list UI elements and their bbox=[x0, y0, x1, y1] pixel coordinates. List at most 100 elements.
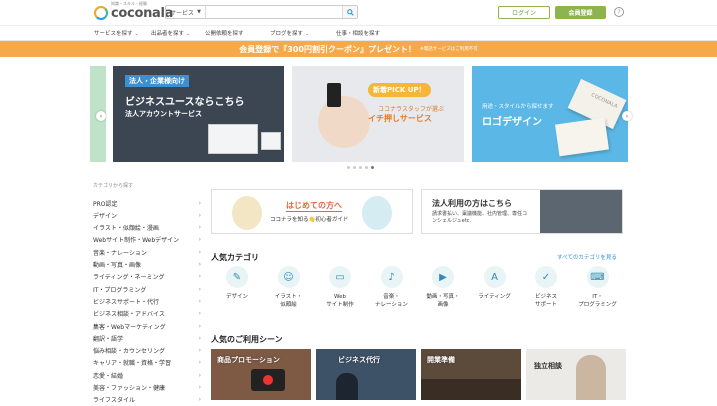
corporate-banner[interactable]: 法人利用の方はこちら 請求書払い、稟議機能、社内管理、専任コンシェルジュetc. bbox=[421, 189, 623, 234]
category-item[interactable]: ✎ デザイン bbox=[213, 266, 261, 301]
nav-label: 公開依頼を探す bbox=[205, 31, 244, 37]
scene-card[interactable]: 開業準備 bbox=[421, 349, 521, 400]
logo-subtitle: 知識・スキル・経験 bbox=[111, 1, 147, 6]
nav-label: 仕事・相談を探す bbox=[336, 31, 381, 37]
sidebar-category-item[interactable]: 悩み相談・カウンセリング › bbox=[93, 345, 201, 357]
nav-item-jobs[interactable]: 仕事・相談を探す bbox=[336, 29, 380, 37]
nav-item-sellers[interactable]: 出品者を探す ⌄ bbox=[151, 29, 190, 37]
shop-photo bbox=[421, 379, 521, 400]
sidebar-category-item[interactable]: Webサイト制作・Webデザイン › bbox=[93, 234, 201, 246]
scene-label: ビジネス代行 bbox=[338, 356, 380, 364]
sidebar-category-label: ライティング・ネーミング bbox=[93, 274, 165, 282]
popular-categories-title: 人気カテゴリ bbox=[211, 253, 259, 262]
chevron-right-icon: › bbox=[198, 310, 201, 318]
search-input[interactable] bbox=[206, 6, 342, 18]
carousel-slide-corporate[interactable]: 法人・企業様向け ビジネスユースならこちら 法人アカウントサービス bbox=[113, 66, 284, 162]
sidebar-category-label: ビジネスサポート・代行 bbox=[93, 298, 160, 306]
category-label: デザイン bbox=[225, 294, 248, 300]
chevron-right-icon: › bbox=[198, 236, 201, 244]
sidebar-category-item[interactable]: デザイン › bbox=[93, 209, 201, 221]
see-all-categories-link[interactable]: すべてのカテゴリを見る bbox=[557, 253, 617, 261]
sidebar-category-item[interactable]: キャリア・就職・資格・学習 › bbox=[93, 357, 201, 369]
carousel-dot[interactable] bbox=[359, 166, 362, 169]
slide-title: ビジネスユースならこちら bbox=[125, 97, 245, 108]
nav-item-requests[interactable]: 公開依頼を探す bbox=[205, 29, 244, 37]
sidebar-category-item[interactable]: 恋愛・結婚 › bbox=[93, 369, 201, 381]
category-label: イラスト・ 似顔絵 bbox=[274, 294, 303, 308]
carousel-dot[interactable] bbox=[371, 166, 374, 169]
carousel-slide-partial-right[interactable] bbox=[636, 66, 717, 162]
carousel-prev-button[interactable]: ‹ bbox=[96, 111, 106, 121]
video-icon: ▶ bbox=[432, 266, 454, 288]
category-item[interactable]: A ライティング bbox=[471, 266, 519, 301]
search-icon bbox=[346, 8, 354, 16]
sidebar-category-item[interactable]: イラスト・似顔絵・漫画 › bbox=[93, 222, 201, 234]
sidebar-category-item[interactable]: 動画・写真・画像 › bbox=[93, 259, 201, 271]
signup-button[interactable]: 会員登録 bbox=[555, 6, 606, 19]
corporate-sub: 請求書払い、稟議機能、社内管理、専任コンシェルジュetc. bbox=[432, 211, 528, 224]
sidebar-category-label: 美容・ファッション・健康 bbox=[93, 385, 166, 392]
sidebar-category-item[interactable]: ビジネス相談・アドバイス › bbox=[93, 308, 201, 320]
illustration-icon: ☺ bbox=[277, 266, 300, 288]
writing-icon: A bbox=[483, 266, 506, 288]
popular-scenes-title: 人気のご利用シーン bbox=[211, 335, 283, 344]
music-icon: ♪ bbox=[380, 266, 403, 288]
category-item[interactable]: ♪ 音楽・ ナレーション bbox=[368, 266, 416, 309]
business-people-photo bbox=[540, 190, 622, 233]
scene-card[interactable]: 独立相談 bbox=[526, 349, 626, 400]
carousel-slide-logo-design[interactable]: 用途・スタイルから探せます ロゴデザイン COCONALA bbox=[472, 66, 628, 162]
sidebar-category-label: Webサイト制作・Webデザイン bbox=[93, 237, 180, 245]
slide-badge: 新着PICK UP！ bbox=[368, 83, 431, 97]
chevron-right-icon: › bbox=[198, 347, 201, 355]
first-time-banner[interactable]: はじめての方へ ココナラを知る👋初心者ガイド bbox=[211, 189, 413, 234]
category-label: IT・ プログラミング bbox=[578, 294, 617, 308]
category-item[interactable]: ▶ 動画・写真・ 画像 bbox=[419, 266, 467, 309]
sidebar-category-item[interactable]: IT・プログラミング › bbox=[93, 283, 201, 295]
login-button[interactable]: ログイン bbox=[498, 6, 550, 19]
carousel-next-button[interactable]: › bbox=[622, 111, 632, 121]
category-item[interactable]: ✓ ビジネス サポート bbox=[522, 266, 570, 309]
carousel-dot[interactable] bbox=[353, 166, 356, 169]
category-item[interactable]: ⌨ IT・ プログラミング bbox=[574, 266, 622, 309]
category-item[interactable]: ▭ Web サイト制作 bbox=[316, 266, 364, 309]
search-category-select[interactable]: サービス ▼ bbox=[166, 6, 206, 18]
businessman-photo bbox=[336, 373, 358, 400]
scene-card[interactable]: ビジネス代行 bbox=[316, 349, 416, 400]
chevron-right-icon: › bbox=[198, 334, 201, 342]
sidebar-category-item[interactable]: 集客・Webマーケティング › bbox=[93, 320, 201, 332]
nav-item-blogs[interactable]: ブログを探す ⌄ bbox=[270, 29, 309, 37]
play-icon bbox=[263, 375, 273, 385]
chevron-down-icon: ⌄ bbox=[305, 31, 310, 37]
carousel-dot[interactable] bbox=[347, 166, 350, 169]
sidebar-category-label: ビジネス相談・アドバイス bbox=[93, 311, 165, 319]
chevron-down-icon: ▼ bbox=[197, 9, 201, 15]
logo[interactable]: coconala 知識・スキル・経験 bbox=[94, 1, 174, 23]
search-button[interactable] bbox=[342, 6, 357, 18]
help-icon[interactable]: ? bbox=[614, 7, 624, 17]
chevron-down-icon: ⌄ bbox=[134, 31, 139, 37]
carousel-dots bbox=[347, 166, 374, 169]
promo-banner[interactable]: 会員登録で『300円割引クーポン』プレゼント！ ※電話サービスはご利用不可 bbox=[0, 41, 717, 57]
guide-illustration bbox=[232, 196, 262, 230]
slide-line2: イチ押しサービス bbox=[368, 114, 432, 123]
chevron-right-icon: › bbox=[198, 384, 201, 391]
scene-card[interactable]: 商品プロモーション bbox=[211, 349, 311, 400]
slide-tag: 法人・企業様向け bbox=[125, 75, 189, 87]
category-item[interactable]: ☺ イラスト・ 似顔絵 bbox=[265, 266, 313, 309]
promo-note: ※電話サービスはご利用不可 bbox=[419, 47, 478, 52]
sidebar-category-item[interactable]: ライティング・ネーミング › bbox=[93, 271, 201, 283]
chevron-right-icon: › bbox=[198, 371, 201, 379]
programming-icon: ⌨ bbox=[586, 266, 609, 288]
sidebar-title: カテゴリから探す bbox=[93, 183, 134, 189]
sidebar-category-item[interactable]: PRO認定 › bbox=[93, 197, 201, 209]
sidebar-category-item[interactable]: 音楽・ナレーション › bbox=[93, 246, 201, 258]
sidebar-category-item[interactable]: 美容・ファッション・健康 › bbox=[93, 382, 201, 394]
sidebar-category-label: IT・プログラミング bbox=[93, 286, 147, 294]
logo-text: coconala bbox=[111, 5, 174, 21]
category-label: 音楽・ ナレーション bbox=[375, 294, 408, 308]
nav-item-services[interactable]: サービスを探す ⌄ bbox=[94, 29, 139, 37]
sidebar-category-item[interactable]: ビジネスサポート・代行 › bbox=[93, 295, 201, 307]
carousel-slide-pickup[interactable]: 新着PICK UP！ ココナラスタッフが選ぶ イチ押しサービス bbox=[292, 66, 464, 162]
sidebar-category-item[interactable]: 翻訳・語学 › bbox=[93, 332, 201, 344]
carousel-dot[interactable] bbox=[365, 166, 368, 169]
